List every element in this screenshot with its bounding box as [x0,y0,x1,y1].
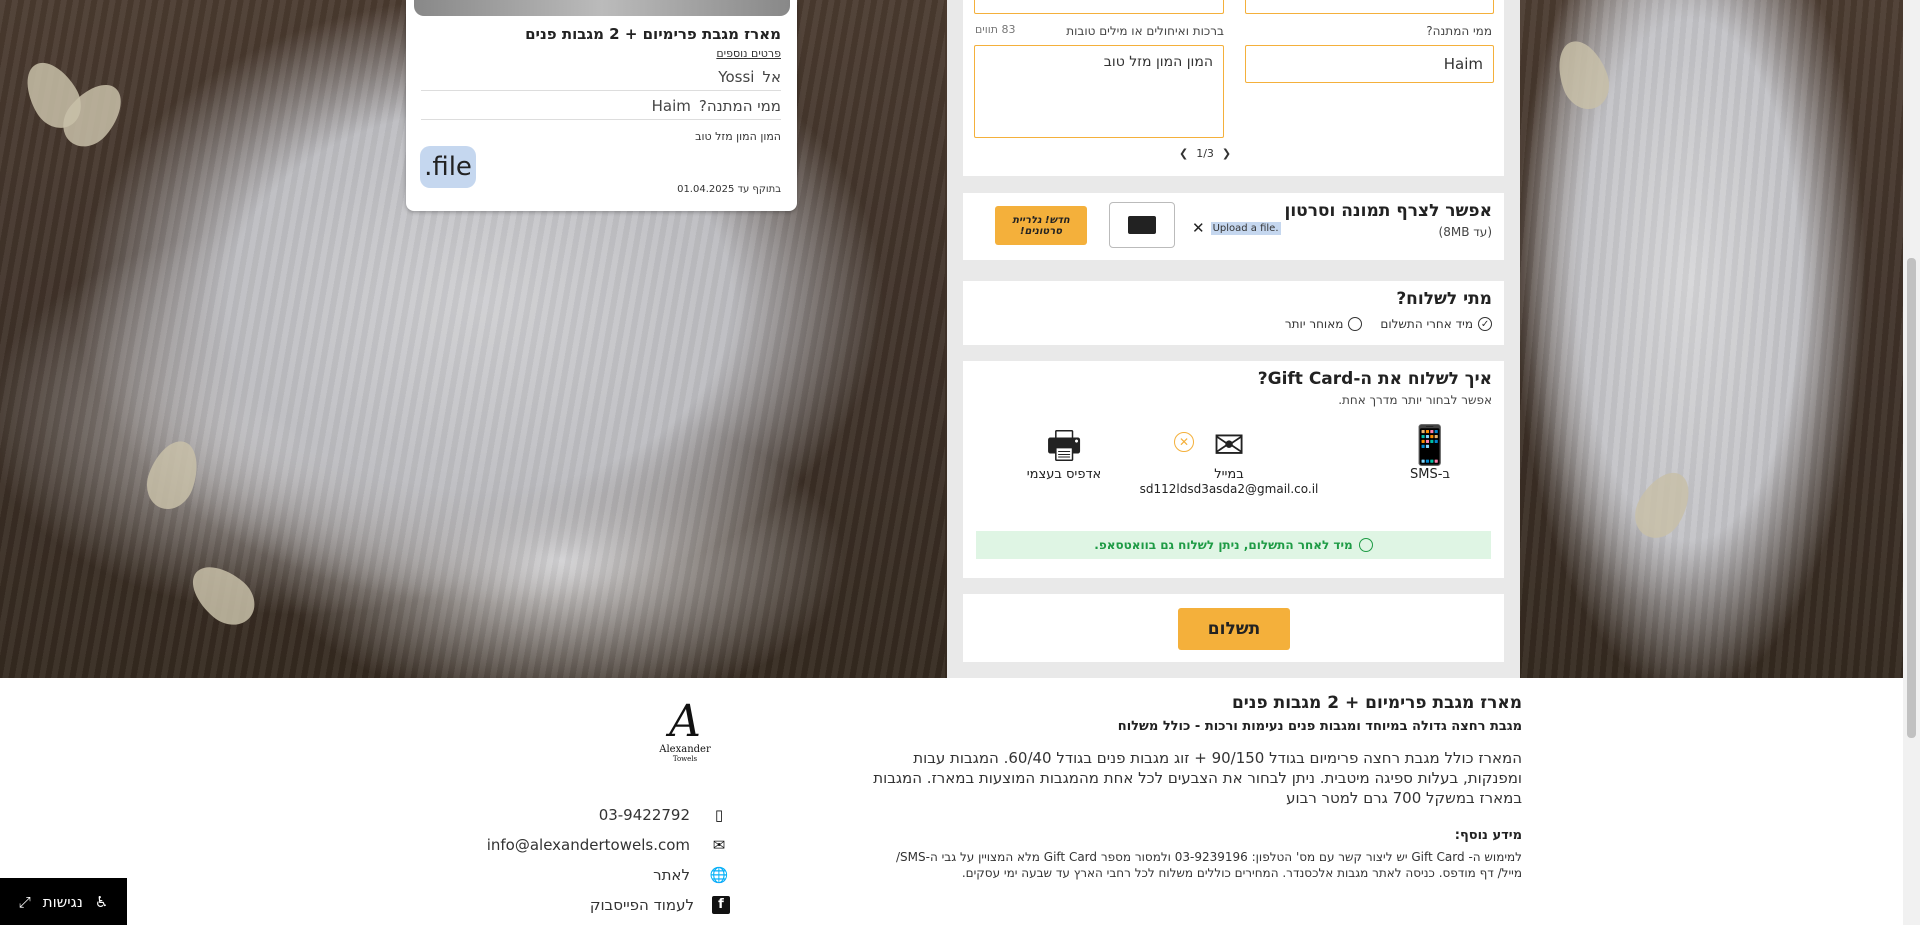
contact-email[interactable]: info@alexandertowels.com ✉ [420,834,730,856]
logo-name: Alexander [659,744,711,755]
gift-card-preview: מארז מגבת פרימיום + 2 מגבות פנים פרטים נ… [406,0,797,211]
uploaded-file: ✕ Upload a file. [1192,219,1281,237]
facebook-link: לעמוד הפייסבוק [589,896,694,914]
accessibility-label: נגישות [42,892,83,911]
mail-label: במייל [1214,467,1244,482]
chevron-left-icon[interactable]: ❮ [1179,147,1188,160]
email-address: info@alexandertowels.com [486,836,690,854]
contact-website[interactable]: לאתר 🌐 [420,864,730,886]
preview-to-value: Yossi [718,68,755,86]
sms-option[interactable]: 📱 ב-SMS [1400,423,1460,482]
page-scrollbar[interactable] [1903,0,1920,925]
phone-number: 03-9422792 [598,806,690,824]
from-label: ממי המתנה? [1426,24,1492,38]
logo-sub: Towels [672,755,698,763]
preview-from-label: ממי המתנה? [698,97,781,115]
preview-title: מארז מגבת פרימיום + 2 מגבות פנים [525,25,781,43]
how-title: איך לשלוח את ה-Gift Card? [1257,369,1492,389]
from-input[interactable]: Haim [1245,45,1494,83]
upload-panel: אפשר לצרף תמונה וסרטון (עד 8MB) ✕ Upload… [963,193,1504,260]
from-input-value: Haim [1443,55,1483,73]
upload-file-label: Upload a file. [1210,221,1281,235]
more-info-body: למימוש ה- Gift Card יש ליצור קשר עם מס' … [895,850,1522,880]
printer-icon: 🖶 [1046,423,1082,467]
pay-button[interactable]: תשלום [1178,608,1290,650]
greeting-counter: 83 תווים [975,23,1016,36]
when-options: ✓ מיד אחרי התשלום מאוחר יותר [1285,317,1492,331]
extra-field[interactable] [974,0,1224,14]
send-now-option[interactable]: ✓ מיד אחרי התשלום [1380,317,1492,331]
whatsapp-note: מיד לאחר התשלום, ניתן לשלוח גם בוואטסאפ. [976,531,1491,559]
how-subtitle: אפשר לבחור יותר מדרך אחת. [1338,393,1492,407]
mail-option[interactable]: ✉ במייל sd112ldsd3asda2@gmail.co.il [1134,423,1324,496]
website-link: לאתר [653,866,690,884]
facebook-icon: f [712,896,730,914]
when-panel: מתי לשלוח? ✓ מיד אחרי התשלום מאוחר יותר [963,281,1504,345]
close-icon[interactable]: ✕ [1192,219,1205,237]
product-subtitle: מגבת רחצה גדולה במיוחד ומגבות פנים נעימו… [1117,719,1522,734]
wheelchair-icon: ♿ [94,892,109,911]
accessibility-button[interactable]: ♿ נגישות ⤢ [0,878,127,925]
preview-to-row: אל Yossi [421,68,781,91]
remove-circle-icon[interactable]: ✕ [1174,432,1194,452]
product-footer: מארז מגבת פרימיום + 2 מגבות פנים מגבת רח… [0,678,1903,925]
expand-icon: ⤢ [18,892,31,911]
validity-date: 01.04.2025 [677,184,735,195]
alexander-logo: A Alexander Towels [652,696,718,764]
preview-to-label: אל [762,68,781,86]
more-info-title: מידע נוסף: [1454,828,1522,843]
chevron-right-icon[interactable]: ❯ [1222,147,1231,160]
send-later-option[interactable]: מאוחר יותר [1284,317,1363,331]
scrollbar-thumb[interactable] [1907,258,1916,738]
send-later-label: מאוחר יותר [1284,317,1344,331]
preview-file-thumbnail: file. [420,146,476,188]
whatsapp-text: מיד לאחר התשלום, ניתן לשלוח גם בוואטסאפ. [1094,538,1353,552]
check-circle-icon: ✓ [1478,317,1492,331]
product-description: מארז מגבת פרימיום + 2 מגבות פנים מגבת רח… [870,693,1522,881]
envelope-icon: ✉ [1213,423,1245,467]
contact-phone[interactable]: 03-9422792 ▯ [420,804,730,826]
upload-video-button[interactable] [1109,202,1175,248]
contact-facebook[interactable]: לעמוד הפייסבוק f [420,894,730,916]
mobile-phone-icon: ▯ [714,806,724,824]
sms-label: ב-SMS [1410,467,1450,482]
how-panel: איך לשלוח את ה-Gift Card? אפשר לבחור יות… [963,361,1504,578]
when-title: מתי לשלוח? [1396,289,1492,309]
greeting-textarea[interactable]: המון המון מזל טוב [974,45,1224,138]
logo-mark: A [669,696,701,747]
product-image [414,0,790,16]
video-camera-icon [1128,216,1156,234]
product-body: המארז כולל מגבת רחצה פרימיום בגודל 90/15… [873,749,1522,807]
pay-panel: תשלום [963,594,1504,662]
preview-from-value: Haim [651,97,691,115]
whatsapp-icon [1358,538,1373,552]
upload-subtitle: (עד 8MB) [1438,225,1492,239]
send-now-label: מיד אחרי התשלום [1380,317,1473,331]
greeting-textarea-value: המון המון מזל טוב [1103,54,1213,70]
more-details-link[interactable]: פרטים נוספים [716,47,781,60]
greeting-pager: ❮ 1/3 ❯ [1179,147,1231,160]
to-field[interactable] [1245,0,1494,14]
phone-message-icon: 📱 [1406,423,1454,467]
globe-icon: 🌐 [709,866,729,884]
print-label: אדפיס בעצמי [1026,467,1102,482]
gift-card-form: ממי המתנה? Haim ברכות ואיחולים או מילים … [947,0,1520,678]
product-title: מארז מגבת פרימיום + 2 מגבות פנים [1231,693,1522,713]
greeting-label: ברכות ואיחולים או מילים טובות [1066,24,1224,38]
validity-label: בתוקף עד [737,184,781,195]
envelope-icon: ✉ [712,836,726,854]
mail-address: sd112ldsd3asda2@gmail.co.il [1139,482,1319,496]
preview-validity: בתוקף עד 01.04.2025 [677,184,781,195]
preview-from-row: ממי המתנה? Haim [421,97,781,120]
new-gallery-badge[interactable]: חדש! גלריית סרטונים! [995,206,1087,245]
print-option[interactable]: 🖶 אדפיס בעצמי [1004,423,1124,482]
upload-title: אפשר לצרף תמונה וסרטון [1284,201,1492,221]
details-panel: ממי המתנה? Haim ברכות ואיחולים או מילים … [963,0,1504,176]
pager-label: 1/3 [1196,147,1214,160]
preview-message: המון המון מזל טוב [695,130,781,143]
radio-empty-icon [1348,317,1363,331]
